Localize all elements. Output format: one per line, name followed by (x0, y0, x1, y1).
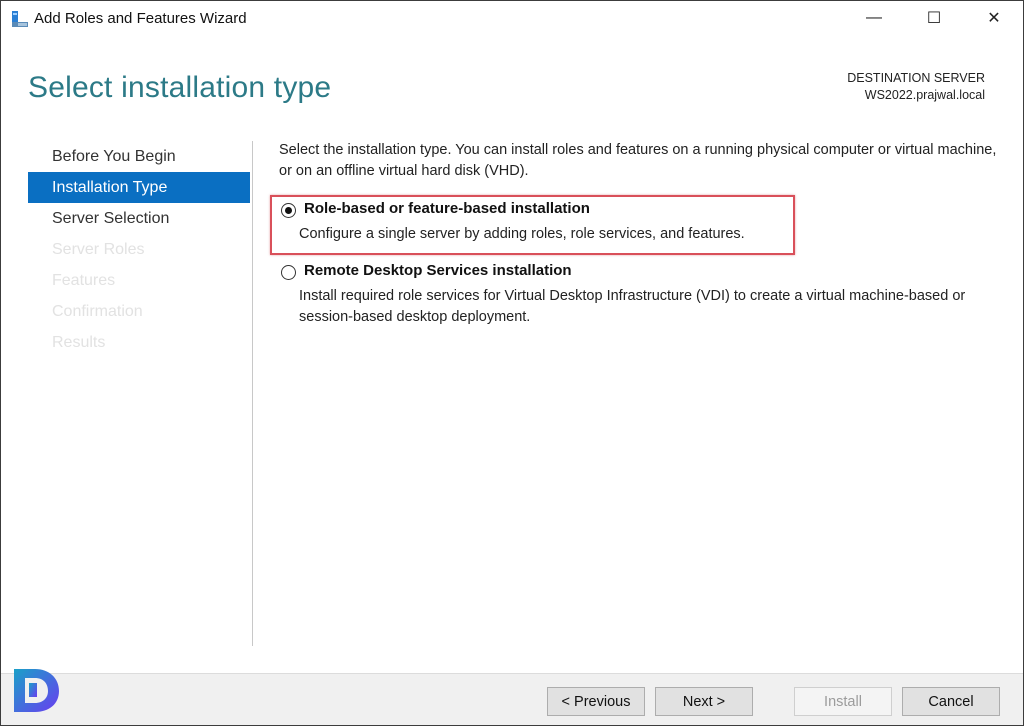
nav-item-installation-type[interactable]: Installation Type (28, 172, 250, 203)
watermark-logo-icon (14, 669, 59, 712)
close-button[interactable]: ✕ (971, 1, 1017, 35)
window-title: Add Roles and Features Wizard (34, 10, 247, 27)
role-based-radio[interactable] (281, 203, 296, 218)
destination-server-info: DESTINATION SERVER WS2022.prajwal.local (847, 70, 985, 104)
maximize-icon: ☐ (926, 10, 942, 27)
cancel-button[interactable]: Cancel (902, 687, 1000, 716)
destination-server-name: WS2022.prajwal.local (864, 88, 985, 102)
next-button[interactable]: Next > (655, 687, 753, 716)
install-button: Install (794, 687, 892, 716)
destination-label: DESTINATION SERVER (847, 71, 985, 85)
remote-desktop-label[interactable]: Remote Desktop Services installation (304, 262, 572, 279)
maximize-button[interactable]: ☐ (911, 1, 957, 35)
nav-item-results: Results (52, 334, 106, 351)
wizard-window: Add Roles and Features Wizard — ☐ ✕ Sele… (0, 0, 1024, 726)
previous-button[interactable]: < Previous (547, 687, 645, 716)
minimize-icon: — (866, 9, 882, 26)
server-manager-icon (12, 11, 28, 27)
wizard-steps-nav: Before You Begin Installation Type Serve… (28, 141, 250, 358)
nav-item-confirmation: Confirmation (52, 303, 143, 320)
footer-bar: < Previous Next > Install Cancel (1, 674, 1023, 725)
role-based-label[interactable]: Role-based or feature-based installation (304, 200, 590, 217)
remote-desktop-description: Install required role services for Virtu… (299, 288, 966, 325)
page-title: Select installation type (28, 71, 332, 104)
close-icon: ✕ (987, 10, 1001, 27)
nav-item-before-you-begin[interactable]: Before You Begin (28, 141, 250, 172)
role-based-description: Configure a single server by adding role… (299, 226, 745, 242)
nav-item-features: Features (52, 272, 116, 289)
intro-text: Select the installation type. You can in… (279, 142, 997, 179)
main-content: Select the installation type. You can in… (279, 140, 999, 325)
minimize-button[interactable]: — (851, 1, 897, 35)
remote-desktop-radio[interactable] (281, 265, 296, 280)
nav-item-server-selection[interactable]: Server Selection (28, 203, 250, 234)
nav-divider (252, 141, 253, 646)
title-bar: Add Roles and Features Wizard — ☐ ✕ (1, 1, 1023, 37)
nav-item-server-roles: Server Roles (52, 241, 145, 258)
